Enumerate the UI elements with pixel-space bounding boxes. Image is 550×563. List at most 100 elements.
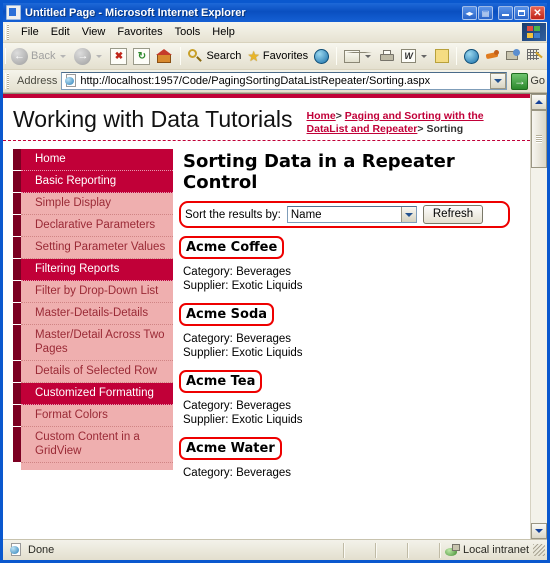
security-zone-cell[interactable]: Local intranet [441, 542, 533, 558]
sort-select[interactable]: Name [286, 206, 417, 223]
sidebar-item-format-colors[interactable]: Format Colors [13, 405, 173, 427]
address-grip[interactable] [5, 73, 13, 89]
restore-right-icon[interactable]: ▤ [478, 5, 493, 20]
ie-document-icon [6, 5, 21, 20]
sidebar-item-master-details-details[interactable]: Master-Details-Details [13, 303, 173, 325]
sort-select-value: Name [290, 208, 322, 221]
restore-left-icon[interactable]: ◂▸ [462, 5, 477, 20]
go-button[interactable]: Go [511, 72, 545, 90]
notes-button[interactable] [432, 45, 452, 67]
menu-item-file[interactable]: File [15, 24, 45, 40]
sidebar-item-master-detail-across-two-pages[interactable]: Master/Detail Across Two Pages [13, 325, 173, 361]
product-name: Acme Soda [179, 303, 275, 326]
sidebar-item-partial[interactable] [21, 463, 173, 470]
annotation-product-name [179, 303, 275, 326]
ie-page-icon [9, 543, 23, 557]
search-icon [188, 48, 203, 64]
print-button[interactable] [376, 45, 398, 67]
product-item: Acme Coffee Category: Beverages Supplier… [179, 236, 516, 293]
stop-button[interactable]: ✖ [107, 45, 130, 67]
maximize-icon[interactable] [514, 5, 529, 20]
status-blank-2 [377, 543, 407, 558]
scroll-up-icon[interactable] [531, 94, 547, 110]
page-viewport: Working with Data Tutorials Home> Paging… [3, 93, 547, 539]
product-meta: Category: Beverages Supplier: Exotic Liq… [183, 332, 516, 360]
category-label: Category: [183, 266, 233, 278]
category-value: Beverages [236, 467, 292, 479]
scrollbar-track[interactable] [531, 110, 547, 523]
supplier-label: Supplier: [183, 414, 229, 426]
minimize-icon[interactable] [498, 5, 513, 20]
back-dropdown-icon[interactable] [60, 54, 67, 58]
address-label: Address [17, 75, 58, 87]
sidebar-item-basic-reporting[interactable]: Basic Reporting [13, 171, 173, 193]
notes-icon [435, 49, 450, 63]
research-icon [527, 49, 542, 63]
chevron-down-icon[interactable] [400, 207, 416, 222]
sidebar-item-filter-by-drop-down-list[interactable]: Filter by Drop-Down List [13, 281, 173, 303]
sidebar-item-declarative-parameters[interactable]: Declarative Parameters [13, 215, 173, 237]
refresh-button[interactable]: ↻ [130, 45, 153, 67]
messenger-button[interactable] [461, 45, 482, 67]
category-label: Category: [183, 400, 233, 412]
status-blank-1 [345, 543, 375, 558]
menu-item-view[interactable]: View [76, 24, 112, 40]
realplayer-button[interactable] [482, 45, 503, 67]
home-button[interactable] [153, 45, 176, 67]
favorites-star-icon: ★ [247, 48, 260, 64]
address-input[interactable]: http://localhost:1957/Code/PagingSorting… [61, 72, 508, 90]
resize-grip[interactable] [533, 544, 545, 556]
title-bar: Untitled Page - Microsoft Internet Explo… [3, 3, 547, 22]
edit-button[interactable]: W [398, 45, 432, 67]
annotation-product-name [179, 236, 285, 259]
scrollbar-thumb[interactable] [531, 110, 547, 168]
chevron-down-icon[interactable] [490, 73, 507, 89]
sidebar-item-home[interactable]: Home [13, 149, 173, 171]
forward-dropdown-icon[interactable] [96, 54, 103, 58]
search-button[interactable]: Search [185, 45, 244, 67]
toolbar-grip[interactable] [5, 48, 6, 64]
product-meta: Category: Beverages Supplier: Exotic Liq… [183, 399, 516, 427]
page-header: Working with Data Tutorials Home> Paging… [3, 98, 530, 141]
sidebar-item-simple-display[interactable]: Simple Display [13, 193, 173, 215]
product-item: Acme Water Category: Beverages [179, 437, 516, 480]
print-icon [379, 49, 395, 63]
toolbar-separator-3 [456, 47, 458, 65]
annotation-product-name [179, 437, 282, 460]
forward-button[interactable]: → [71, 45, 107, 67]
menu-item-help[interactable]: Help [206, 24, 241, 40]
close-icon[interactable]: ✕ [530, 5, 545, 20]
msn-icon [506, 49, 521, 63]
menu-grip[interactable] [5, 24, 13, 40]
menu-item-edit[interactable]: Edit [45, 24, 76, 40]
site-title: Working with Data Tutorials [13, 106, 293, 132]
favorites-button[interactable]: ★ Favorites [244, 45, 311, 67]
supplier-value: Exotic Liquids [231, 347, 303, 359]
menu-item-tools[interactable]: Tools [169, 24, 207, 40]
msn-button[interactable] [503, 45, 524, 67]
home-icon [156, 48, 173, 64]
address-url-text: http://localhost:1957/Code/PagingSorting… [80, 75, 431, 87]
product-name: Acme Water [179, 437, 282, 460]
page-columns: Home Basic Reporting Simple Display Decl… [3, 141, 530, 480]
scroll-down-icon[interactable] [531, 523, 547, 539]
sidebar-item-setting-parameter-values[interactable]: Setting Parameter Values [13, 237, 173, 259]
vertical-scrollbar[interactable] [530, 94, 547, 539]
sidebar-item-customized-formatting[interactable]: Customized Formatting [13, 383, 173, 405]
breadcrumb-link-home[interactable]: Home [307, 110, 336, 122]
back-button[interactable]: ← Back [8, 45, 71, 67]
mail-button[interactable] [341, 45, 376, 67]
menu-item-favorites[interactable]: Favorites [111, 24, 168, 40]
edit-dropdown-icon[interactable] [421, 54, 428, 58]
annotation-product-name [179, 370, 263, 393]
media-button[interactable] [311, 45, 332, 67]
sidebar-item-details-of-selected-row[interactable]: Details of Selected Row [13, 361, 173, 383]
ie-page-icon [64, 74, 78, 88]
breadcrumb-separator-1: > [335, 110, 342, 122]
sidebar-item-filtering-reports[interactable]: Filtering Reports [13, 259, 173, 281]
category-label: Category: [183, 467, 233, 479]
research-button[interactable] [524, 45, 545, 67]
refresh-button[interactable]: Refresh [422, 205, 484, 224]
sidebar-item-custom-content-in-a-gridview[interactable]: Custom Content in a GridView [13, 427, 173, 463]
sort-label: Sort the results by: [185, 208, 281, 221]
